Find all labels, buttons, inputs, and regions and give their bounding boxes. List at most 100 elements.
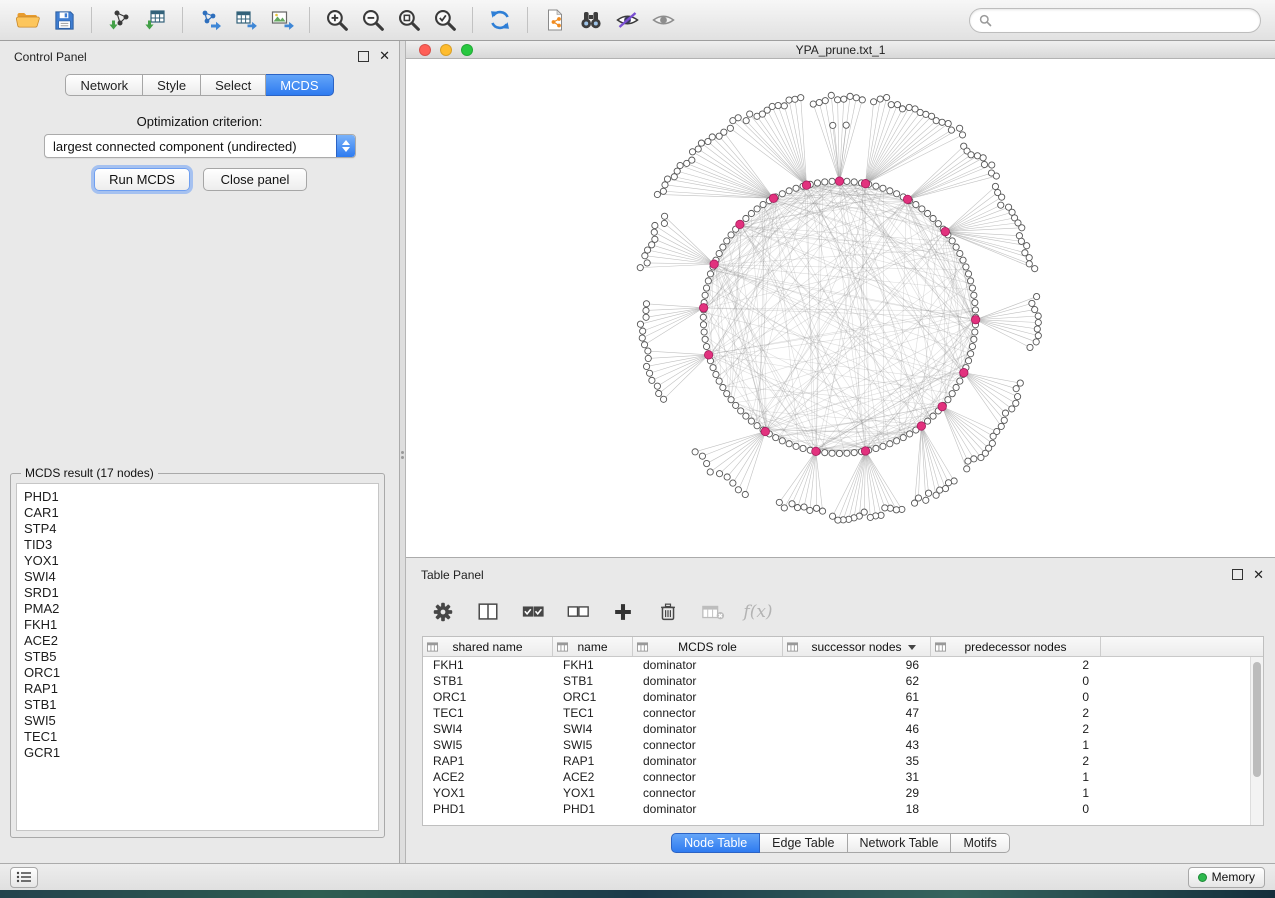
network-node[interactable] [641,342,647,348]
network-node[interactable] [643,307,649,313]
network-node[interactable] [888,102,894,108]
network-node[interactable] [1034,326,1040,332]
network-node[interactable] [828,92,834,98]
network-node[interactable] [913,201,919,207]
network-canvas[interactable] [406,59,1275,557]
network-node[interactable] [707,271,713,277]
network-node[interactable] [724,238,730,244]
table-row[interactable]: PHD1PHD1dominator180 [423,801,1263,817]
network-node[interactable] [1032,306,1038,312]
network-node[interactable] [660,396,666,402]
network-node[interactable] [972,329,978,335]
network-node[interactable] [819,508,825,514]
network-node[interactable] [851,450,857,456]
network-node[interactable] [793,185,799,191]
network-node[interactable] [873,183,879,189]
network-node[interactable] [689,157,695,163]
network-node[interactable] [702,336,708,342]
network-node[interactable] [844,178,850,184]
network-node[interactable] [834,97,840,103]
tab-node-table[interactable]: Node Table [671,833,760,853]
table-row[interactable]: STB1STB1dominator620 [423,673,1263,689]
network-node[interactable] [981,161,987,167]
network-node[interactable] [773,435,779,441]
network-node[interactable] [998,423,1004,429]
network-node[interactable] [925,490,931,496]
network-node[interactable] [779,191,785,197]
network-node[interactable] [1035,333,1041,339]
network-node[interactable] [637,265,643,271]
select-all-icon[interactable] [518,597,548,627]
export-network-icon[interactable] [192,4,228,36]
network-node[interactable] [949,238,955,244]
dominator-node[interactable] [761,427,769,435]
tab-style[interactable]: Style [143,74,201,96]
network-node[interactable] [786,441,792,447]
column-header-predecessor-nodes[interactable]: predecessor nodes [931,637,1101,656]
network-node[interactable] [642,253,648,259]
network-node[interactable] [652,236,658,242]
network-node[interactable] [643,314,649,320]
network-node[interactable] [704,460,710,466]
network-node[interactable] [844,450,850,456]
network-node[interactable] [894,191,900,197]
network-node[interactable] [835,517,841,523]
close-panel-icon[interactable]: ✕ [379,49,390,63]
network-node[interactable] [754,423,760,429]
network-node[interactable] [786,97,792,103]
network-node[interactable] [939,119,945,125]
scrollbar-thumb[interactable] [1253,662,1261,777]
network-node[interactable] [871,99,877,105]
network-node[interactable] [727,125,733,131]
network-node[interactable] [775,102,781,108]
sort-caret-icon[interactable] [908,645,916,650]
network-node[interactable] [971,292,977,298]
add-row-icon[interactable] [608,597,638,627]
mcds-result-item[interactable]: PMA2 [17,601,378,617]
network-node[interactable] [724,474,730,480]
network-node[interactable] [945,120,951,126]
network-node[interactable] [843,122,849,128]
network-node[interactable] [1033,293,1039,299]
network-node[interactable] [695,146,701,152]
network-node[interactable] [953,384,959,390]
network-node[interactable] [963,264,969,270]
network-node[interactable] [953,244,959,250]
table-row[interactable]: RAP1RAP1dominator352 [423,753,1263,769]
search-box[interactable] [969,8,1261,33]
dominator-node[interactable] [812,447,820,455]
dominator-node[interactable] [704,351,712,359]
mcds-result-item[interactable]: PHD1 [17,489,378,505]
dominator-node[interactable] [917,422,925,430]
dominator-node[interactable] [941,227,949,235]
network-node[interactable] [980,155,986,161]
network-node[interactable] [810,101,816,107]
network-node[interactable] [942,485,948,491]
network-node[interactable] [899,106,905,112]
network-node[interactable] [644,247,650,253]
mcds-result-item[interactable]: TEC1 [17,729,378,745]
tab-motifs[interactable]: Motifs [951,833,1009,853]
mcds-result-item[interactable]: SWI5 [17,713,378,729]
network-node[interactable] [960,257,966,263]
network-node[interactable] [829,450,835,456]
network-node[interactable] [964,466,970,472]
network-node[interactable] [933,118,939,124]
network-node[interactable] [793,443,799,449]
float-table-panel-icon[interactable] [1232,569,1243,580]
delete-rows-icon[interactable] [653,597,683,627]
panel-menu-button[interactable] [10,867,38,888]
network-node[interactable] [703,285,709,291]
mcds-result-item[interactable]: ORC1 [17,665,378,681]
network-node[interactable] [948,127,954,133]
splitter-handle[interactable] [401,449,404,461]
mcds-result-item[interactable]: STB1 [17,697,378,713]
network-node[interactable] [822,450,828,456]
dominator-node[interactable] [861,447,869,455]
network-node[interactable] [721,129,727,135]
dominator-node[interactable] [710,260,718,268]
network-node[interactable] [935,221,941,227]
network-node[interactable] [1033,339,1039,345]
network-node[interactable] [645,355,651,361]
network-node[interactable] [1029,300,1035,306]
